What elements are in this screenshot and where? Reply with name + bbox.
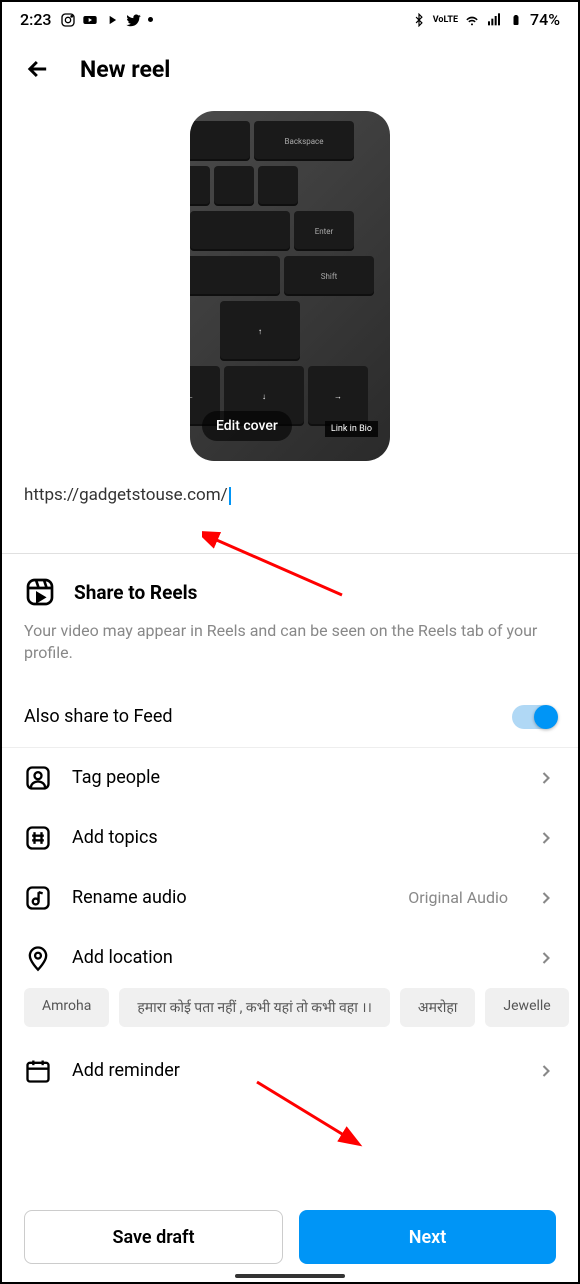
volte-icon: VoLTE [433,15,458,25]
save-draft-button[interactable]: Save draft [24,1210,283,1264]
home-indicator[interactable] [235,1274,345,1278]
battery-icon [508,12,524,28]
tag-people-label: Tag people [72,767,516,788]
caption-cursor [229,487,231,505]
battery-pct: 74% [530,10,560,29]
wifi-icon [464,12,480,28]
page-header: New reel [2,37,578,101]
play-icon [104,12,120,28]
add-reminder-row[interactable]: Add reminder [2,1041,578,1101]
chevron-right-icon [536,1061,556,1081]
location-icon [24,944,52,972]
reels-icon [24,576,56,608]
share-description: Your video may appear in Reels and can b… [24,620,556,665]
linkinbio-badge: Link in Bio [325,421,378,437]
chevron-right-icon [536,888,556,908]
location-chip[interactable]: Jewelle [485,988,568,1027]
add-topics-label: Add topics [72,827,516,848]
location-chip[interactable]: हमारा कोई पता नहीं , कभी यहां तो कभी वहा… [119,988,390,1027]
edit-cover-button[interactable]: Edit cover [202,411,292,441]
caption-text: https://gadgetstouse.com/ [24,485,228,505]
share-to-feed-toggle[interactable] [512,705,556,729]
share-to-feed-label: Also share to Feed [24,706,173,727]
calendar-icon [24,1057,52,1085]
chevron-right-icon [536,768,556,788]
chevron-right-icon [536,948,556,968]
signal-icon [486,12,502,28]
add-topics-row[interactable]: Add topics [2,808,578,868]
twitter-icon [126,12,142,28]
rename-audio-row[interactable]: Rename audio Original Audio [2,868,578,928]
location-chip[interactable]: अमरोहा [400,988,475,1027]
share-section: Share to Reels Your video may appear in … [2,554,578,687]
share-to-feed-row: Also share to Feed [2,687,578,747]
caption-section[interactable]: https://gadgetstouse.com/ [2,461,578,513]
share-title: Share to Reels [74,581,197,604]
rename-audio-value: Original Audio [408,888,508,907]
rename-audio-label: Rename audio [72,887,388,908]
bottom-bar: Save draft Next [24,1210,556,1264]
person-icon [24,764,52,792]
add-location-label: Add location [72,947,516,968]
audio-icon [24,884,52,912]
back-button[interactable] [24,55,52,83]
chevron-right-icon [536,828,556,848]
tag-people-row[interactable]: Tag people [2,748,578,808]
location-suggestions: Amroha हमारा कोई पता नहीं , कभी यहां तो … [2,988,578,1041]
more-dot-icon [148,17,153,22]
bluetooth-icon [411,12,427,28]
location-chip[interactable]: Amroha [24,988,109,1027]
youtube-icon [82,12,98,28]
status-bar: 2:23 VoLTE 74% [2,2,578,37]
hashtag-icon [24,824,52,852]
page-title: New reel [80,56,170,83]
instagram-icon [60,12,76,28]
cover-preview[interactable]: Backspace Enter Shift ↑ ←↓→ Edit cover L… [190,111,390,461]
add-reminder-label: Add reminder [72,1060,516,1081]
add-location-row[interactable]: Add location [2,928,578,988]
next-button[interactable]: Next [299,1210,556,1264]
status-time: 2:23 [20,10,52,29]
cover-section: Backspace Enter Shift ↑ ←↓→ Edit cover L… [2,101,578,461]
